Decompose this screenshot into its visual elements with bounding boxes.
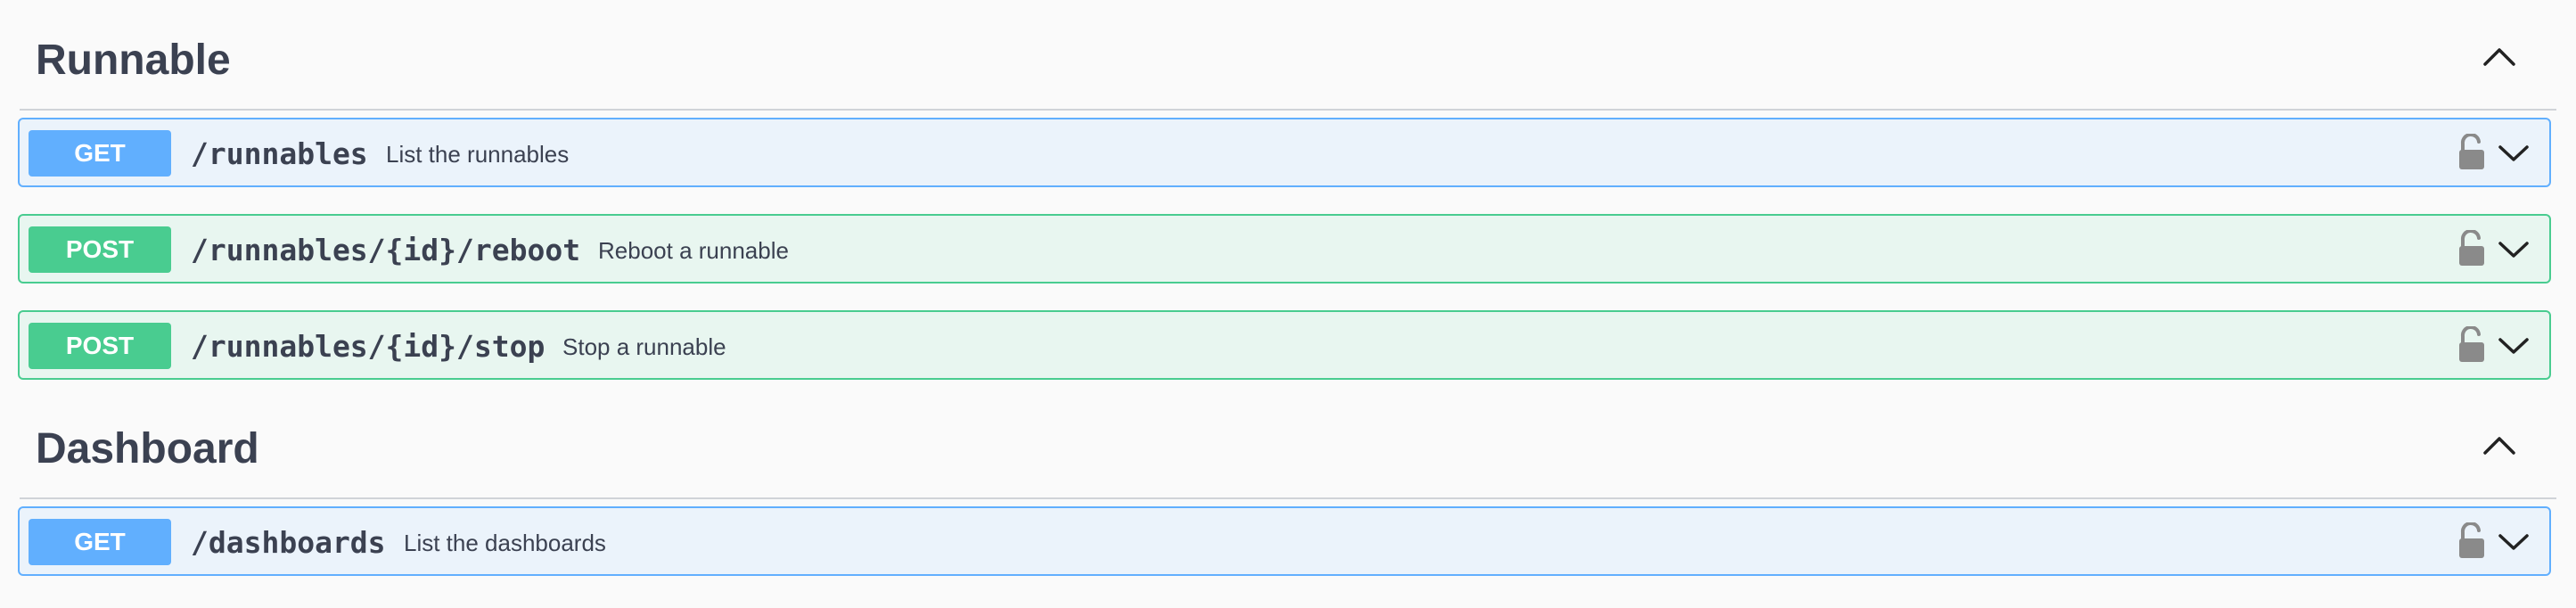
chevron-down-icon[interactable] <box>2496 141 2531 166</box>
chevron-down-icon[interactable] <box>2496 530 2531 555</box>
operation-get-dashboards[interactable]: GET /dashboards List the dashboards <box>18 506 2551 576</box>
section-title: Dashboard <box>36 425 259 472</box>
operation-get-runnables[interactable]: GET /runnables List the runnables <box>18 118 2551 187</box>
operation-summary: List the dashboards <box>404 530 606 556</box>
method-badge: POST <box>29 226 171 273</box>
operation-post-runnables-reboot[interactable]: POST /runnables/{id}/reboot Reboot a run… <box>18 214 2551 283</box>
operation-summary: Stop a runnable <box>562 333 726 360</box>
operation-path: /dashboards <box>191 525 386 560</box>
section-header-dashboard[interactable]: Dashboard <box>20 415 2556 499</box>
unlocked-padlock-icon[interactable] <box>2457 230 2487 267</box>
section-header-runnable[interactable]: Runnable <box>20 27 2556 111</box>
method-badge: POST <box>29 323 171 369</box>
method-badge: GET <box>29 519 171 565</box>
operation-summary: List the runnables <box>386 141 570 168</box>
unlocked-padlock-icon[interactable] <box>2457 326 2487 364</box>
operation-path: /runnables/{id}/reboot <box>191 233 581 267</box>
chevron-up-icon[interactable] <box>2478 41 2521 73</box>
section-title: Runnable <box>36 37 231 84</box>
method-badge: GET <box>29 130 171 177</box>
swagger-operations-list: Runnable GET /runnables List the runnabl… <box>0 0 2576 608</box>
operation-path: /runnables <box>191 136 368 171</box>
chevron-down-icon[interactable] <box>2496 237 2531 262</box>
chevron-up-icon[interactable] <box>2478 430 2521 462</box>
chevron-down-icon[interactable] <box>2496 333 2531 358</box>
unlocked-padlock-icon[interactable] <box>2457 522 2487 560</box>
unlocked-padlock-icon[interactable] <box>2457 134 2487 171</box>
operation-summary: Reboot a runnable <box>598 237 789 264</box>
operation-post-runnables-stop[interactable]: POST /runnables/{id}/stop Stop a runnabl… <box>18 310 2551 380</box>
operation-path: /runnables/{id}/stop <box>191 329 546 364</box>
